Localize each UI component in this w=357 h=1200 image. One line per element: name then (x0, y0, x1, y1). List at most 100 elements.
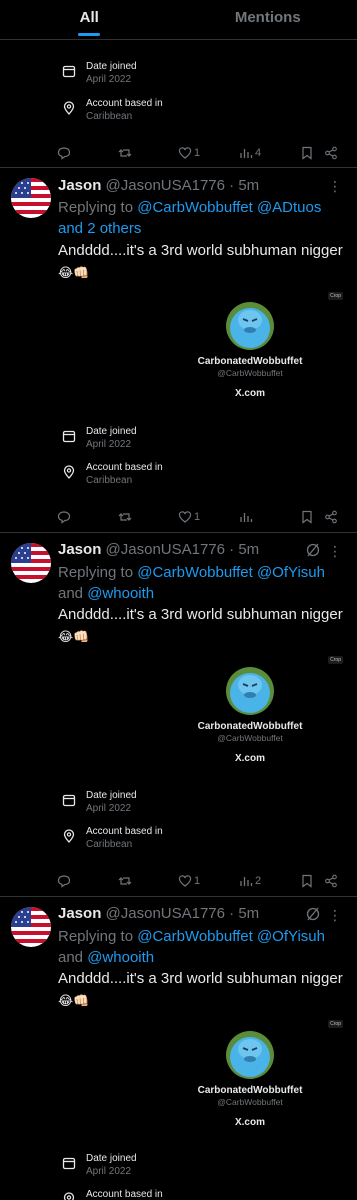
author-handle-time[interactable]: @JasonUSA1776 · 5m (106, 177, 260, 194)
account-based-row: Account based in Caribbean (62, 97, 163, 123)
embed-avatar (226, 302, 274, 350)
us-flag-avatar-icon (11, 178, 51, 218)
like-count: 1 (194, 511, 201, 523)
bookmark-icon (302, 146, 312, 160)
link-card[interactable]: CarbonatedWobbuffet @CarbWobbuffet X.com (160, 1031, 340, 1128)
date-joined-value: April 2022 (86, 803, 132, 814)
location-pin-icon (63, 465, 75, 479)
repost-icon (118, 149, 132, 157)
repost-button[interactable] (118, 510, 132, 524)
avatar[interactable] (11, 543, 51, 583)
grok-icon[interactable] (305, 542, 321, 558)
share-button[interactable] (324, 146, 338, 160)
embed-avatar (226, 1031, 274, 1079)
views-button[interactable] (239, 510, 255, 524)
active-tab-indicator (78, 33, 101, 36)
embed-name: CarbonatedWobbuffet (197, 1085, 303, 1096)
like-button[interactable]: 1 (178, 510, 200, 524)
reply-button[interactable] (57, 510, 71, 524)
bookmark-button[interactable] (300, 874, 314, 888)
views-count: 4 (255, 147, 262, 159)
reply-tail[interactable]: and 2 others (58, 220, 141, 237)
replying-to: Replying to @CarbWobbuffet @ADtuos and 2… (58, 199, 322, 237)
bookmark-button[interactable] (300, 510, 314, 524)
embed-avatar (226, 667, 274, 715)
notification-tabs: All Mentions (0, 0, 357, 40)
views-button[interactable]: 4 (239, 146, 261, 160)
share-button[interactable] (324, 510, 338, 524)
emoji: 😂 (58, 628, 74, 644)
tab-mentions[interactable]: Mentions (179, 0, 357, 39)
emoji: 👊🏻 (73, 992, 90, 1008)
link-card[interactable]: CarbonatedWobbuffet @CarbWobbuffet X.com (160, 667, 340, 764)
bookmark-button[interactable] (300, 146, 314, 160)
emoji: 😂 (58, 264, 74, 280)
us-flag-avatar-icon (11, 543, 51, 583)
like-button[interactable]: 1 (178, 874, 200, 888)
embed-handle: @CarbWobbuffet (217, 733, 283, 743)
repost-button[interactable] (118, 874, 132, 888)
embed-name: CarbonatedWobbuffet (197, 356, 303, 367)
date-joined-label: Date joined (86, 790, 137, 801)
more-options-icon[interactable]: ⋮ (328, 907, 343, 924)
crop-badge: Crop (328, 1020, 343, 1028)
more-options-icon[interactable]: ⋮ (328, 178, 343, 195)
views-button[interactable]: 2 (239, 874, 261, 888)
reply-mentions[interactable]: @CarbWobbuffet @OfYisuh (137, 928, 325, 945)
account-based-label: Account based in (86, 462, 163, 473)
date-joined-value: April 2022 (86, 74, 132, 85)
date-joined-row: Date joined April 2022 (62, 789, 137, 815)
like-count: 1 (194, 147, 201, 159)
repost-button[interactable] (118, 146, 132, 160)
emoji: 😂 (58, 992, 74, 1008)
wobbuffet-avatar-icon (226, 302, 274, 350)
like-button[interactable]: 1 (178, 146, 200, 160)
account-based-value: Caribbean (86, 475, 133, 486)
reply-mentions[interactable]: @CarbWobbuffet @OfYisuh (137, 564, 325, 581)
wobbuffet-avatar-icon (226, 667, 274, 715)
reply-icon (57, 875, 71, 888)
date-joined-row: Date joined April 2022 (62, 60, 137, 86)
account-based-value: Caribbean (86, 111, 133, 122)
repost-icon (118, 877, 132, 885)
link-card[interactable]: CarbonatedWobbuffet @CarbWobbuffet X.com (160, 302, 340, 399)
tweet-actions: 1 4 (0, 146, 357, 166)
avatar[interactable] (11, 178, 51, 218)
crop-badge: Crop (328, 656, 343, 664)
reply-icon (57, 147, 71, 160)
author-name[interactable]: Jason (58, 541, 101, 558)
date-joined-value: April 2022 (86, 1166, 132, 1177)
calendar-icon (62, 1157, 76, 1170)
tweet-header: Jason @JasonUSA1776 · 5m (58, 177, 259, 194)
date-joined-row: Date joined April 2022 (62, 1152, 137, 1178)
location-pin-icon (63, 829, 75, 843)
reply-tail[interactable]: @whooith (87, 949, 154, 966)
share-icon (325, 510, 337, 524)
tab-all[interactable]: All (0, 0, 179, 39)
avatar[interactable] (11, 907, 51, 947)
author-handle-time[interactable]: @JasonUSA1776 · 5m (106, 541, 260, 558)
account-based-label: Account based in (86, 1189, 163, 1200)
author-handle-time[interactable]: @JasonUSA1776 · 5m (106, 905, 260, 922)
author-name[interactable]: Jason (58, 905, 101, 922)
reply-button[interactable] (57, 874, 71, 888)
date-joined-label: Date joined (86, 61, 137, 72)
embed-domain: X.com (234, 753, 265, 764)
author-name[interactable]: Jason (58, 177, 101, 194)
calendar-icon (62, 65, 76, 78)
reply-tail[interactable]: @whooith (87, 585, 154, 602)
more-options-icon[interactable]: ⋮ (328, 543, 343, 560)
grok-icon[interactable] (305, 906, 321, 922)
account-based-row: Account based in Caribbean (62, 461, 163, 487)
share-button[interactable] (324, 874, 338, 888)
heart-icon (178, 147, 192, 159)
divider (0, 532, 357, 533)
wobbuffet-avatar-icon (226, 1031, 274, 1079)
share-icon (325, 874, 337, 888)
crop-badge: Crop (328, 292, 343, 300)
reply-button[interactable] (57, 146, 71, 160)
reply-mentions[interactable]: @CarbWobbuffet @ADtuos (137, 199, 321, 216)
account-based-row: Account based in (62, 1188, 163, 1200)
heart-icon (178, 511, 192, 523)
divider (0, 896, 357, 897)
